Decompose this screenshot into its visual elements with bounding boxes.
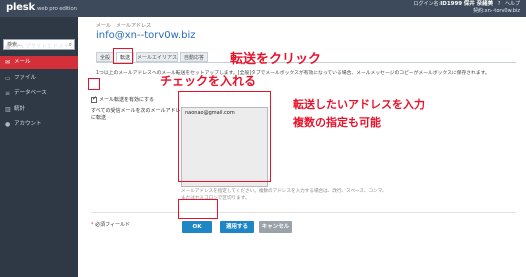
required-note: * 必須フィールド xyxy=(91,222,130,228)
forwarding-description: 1つ以上のメールアドレスへのメール転送をセットアップします。[全般]タブでメール… xyxy=(96,71,490,76)
login-id: ID1999 xyxy=(440,1,463,7)
page-title: info@xn--torv0w.biz xyxy=(96,30,196,41)
sidebar-item-statistics[interactable]: ▥ 統計 xyxy=(0,103,78,116)
textarea-highlight xyxy=(178,91,271,182)
enable-forwarding-label: メール転送を有効にする xyxy=(99,97,155,103)
apply-button[interactable]: 適用する xyxy=(220,221,254,233)
login-label: ログイン名: xyxy=(413,1,441,7)
breadcrumb[interactable]: メール メールアドレス xyxy=(96,22,151,29)
annotation-check-it: チェックを入れる xyxy=(160,74,257,88)
mail-icon: ✉ xyxy=(5,59,11,66)
tab-mail-alias[interactable]: メールエイリアス xyxy=(136,52,178,62)
account-info: ログイン名:ID1999 保井 奈緒美 ? ヘルプ 契約:xn--torv0w.… xyxy=(411,1,520,15)
checkbox-highlight xyxy=(88,78,100,90)
plesk-logo: plesk web pro edition xyxy=(6,2,77,13)
sidebar: 検索... ⌕ ◍ ウェブサイトとドメイン ✉ メール ▭ ファイル ≡ データベース … xyxy=(0,17,78,277)
database-icon: ≡ xyxy=(5,90,11,97)
top-header: plesk web pro edition ログイン名:ID1999 保井 奈緒美… xyxy=(0,0,526,17)
enable-forwarding-row[interactable]: メール転送を有効にする xyxy=(91,95,155,103)
login-name[interactable]: 保井 奈緒美 xyxy=(464,1,493,7)
chart-icon: ▥ xyxy=(5,106,11,113)
sidebar-item-databases[interactable]: ≡ データベース xyxy=(0,87,78,100)
sidebar-item-mail[interactable]: ✉ メール xyxy=(0,56,78,69)
help-link[interactable]: ? ヘルプ xyxy=(498,1,520,8)
cancel-button[interactable]: キャンセル xyxy=(259,221,292,233)
globe-icon: ◍ xyxy=(5,44,11,51)
folder-icon: ▭ xyxy=(5,75,11,82)
annotation-click-forward: 転送をクリック xyxy=(230,52,322,67)
annotation-enter-address: 転送したいアドレスを入力 xyxy=(293,98,425,111)
forward-tab-highlight xyxy=(113,48,133,64)
tab-auto-reply[interactable]: 自動応答 xyxy=(180,52,208,62)
form-divider xyxy=(91,212,516,213)
tab-general[interactable]: 全般 xyxy=(96,52,114,62)
enable-forwarding-checkbox[interactable] xyxy=(91,95,97,103)
account-icon: ● xyxy=(5,121,11,128)
sidebar-item-account[interactable]: ● アカウント xyxy=(0,118,78,131)
forward-to-label: すべての受信メールを次のメールアドレスに転送 xyxy=(91,108,186,121)
domain-name[interactable]: xn--torv0w.biz xyxy=(485,8,520,14)
domain-label: 契約: xyxy=(472,8,485,14)
ok-button-highlight xyxy=(178,199,218,219)
ok-button[interactable]: OK xyxy=(182,221,212,233)
sidebar-item-files[interactable]: ▭ ファイル xyxy=(0,72,78,85)
annotation-multiple-ok: 複数の指定も可能 xyxy=(293,116,381,129)
sidebar-item-websites[interactable]: ◍ ウェブサイトとドメイン xyxy=(0,41,78,54)
